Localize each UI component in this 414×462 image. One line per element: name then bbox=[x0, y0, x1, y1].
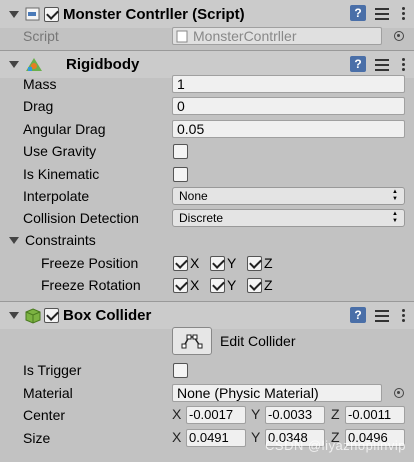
help-icon[interactable]: ? bbox=[350, 307, 366, 323]
edit-collider-button[interactable] bbox=[172, 327, 212, 355]
mass-label: Mass bbox=[23, 76, 57, 92]
center-label: Center bbox=[23, 407, 66, 423]
is-kinematic-checkbox[interactable] bbox=[173, 167, 188, 182]
preset-icon[interactable] bbox=[374, 56, 390, 72]
material-label: Material bbox=[23, 385, 73, 401]
angular-drag-label: Angular Drag bbox=[23, 121, 106, 137]
box-collider-title: Box Collider bbox=[63, 307, 152, 324]
center-z-field[interactable]: -0.0011 bbox=[345, 406, 405, 424]
script-label: Script bbox=[23, 28, 59, 44]
script-component-header[interactable]: Monster Contrller (Script) ? bbox=[0, 0, 414, 28]
axis-z-label: Z bbox=[264, 277, 273, 293]
collision-detection-label: Collision Detection bbox=[23, 210, 139, 226]
rigidbody-icon bbox=[25, 57, 42, 73]
use-gravity-checkbox[interactable] bbox=[173, 144, 188, 159]
script-field[interactable]: MonsterContrller bbox=[172, 27, 382, 45]
script-component-title: Monster Contrller (Script) bbox=[63, 5, 245, 23]
is-trigger-checkbox[interactable] bbox=[173, 363, 188, 378]
interpolate-value: None bbox=[179, 189, 208, 203]
box-collider-icon bbox=[25, 307, 41, 324]
interpolate-dropdown[interactable]: None ▲ ▼ bbox=[172, 187, 405, 205]
freeze-position-x-checkbox[interactable] bbox=[173, 255, 188, 271]
freeze-rotation-z-checkbox[interactable] bbox=[247, 277, 262, 293]
size-label: Size bbox=[23, 430, 51, 446]
drag-field[interactable]: 0 bbox=[172, 97, 405, 115]
interpolate-row: Interpolate None ▲ ▼ bbox=[0, 185, 414, 207]
constraints-row[interactable]: Constraints bbox=[0, 229, 414, 251]
center-y-field[interactable]: -0.0033 bbox=[265, 406, 325, 424]
freeze-rotation-label: Freeze Rotation bbox=[41, 277, 141, 293]
use-gravity-label: Use Gravity bbox=[23, 143, 97, 159]
dropdown-caret-icon: ▲ ▼ bbox=[392, 211, 398, 224]
object-picker-icon[interactable] bbox=[394, 31, 404, 41]
axis-x-label: X bbox=[190, 255, 200, 271]
context-menu-icon[interactable] bbox=[398, 56, 408, 72]
mass-field[interactable]: 1 bbox=[172, 75, 405, 93]
angular-drag-row: Angular Drag 0.05 bbox=[0, 118, 414, 140]
mass-row: Mass 1 bbox=[0, 73, 414, 95]
axis-x-label: X bbox=[190, 277, 200, 293]
material-row: Material None (Physic Material) bbox=[0, 382, 414, 404]
edit-collider-label: Edit Collider bbox=[220, 333, 296, 349]
size-x-field[interactable]: 0.0491 bbox=[186, 429, 246, 447]
axis-z-label: Z bbox=[264, 255, 273, 271]
freeze-position-label: Freeze Position bbox=[41, 255, 139, 271]
interpolate-label: Interpolate bbox=[23, 188, 90, 204]
freeze-rotation-y-checkbox[interactable] bbox=[210, 277, 225, 293]
script-row: Script MonsterContrller bbox=[0, 25, 414, 47]
freeze-rotation-row: Freeze Rotation X Y Z bbox=[0, 274, 414, 296]
collision-detection-row: Collision Detection Discrete ▲ ▼ bbox=[0, 207, 414, 229]
freeze-position-row: Freeze Position X Y Z bbox=[0, 252, 414, 274]
axis-y-label: Y bbox=[227, 255, 237, 271]
constraints-foldout-icon[interactable] bbox=[9, 236, 19, 244]
script-file-icon bbox=[176, 30, 188, 43]
edit-collider-icon bbox=[181, 334, 203, 349]
watermark-text: CSDN @liyazhoplinvip bbox=[265, 438, 406, 453]
drag-label: Drag bbox=[23, 98, 54, 114]
foldout-arrow-icon[interactable] bbox=[9, 61, 19, 68]
object-picker-icon[interactable] bbox=[394, 388, 404, 398]
center-z-label: Z bbox=[331, 406, 340, 422]
use-gravity-row: Use Gravity bbox=[0, 140, 414, 162]
freeze-position-y-checkbox[interactable] bbox=[210, 255, 225, 271]
collision-detection-dropdown[interactable]: Discrete ▲ ▼ bbox=[172, 209, 405, 227]
angular-drag-field[interactable]: 0.05 bbox=[172, 120, 405, 138]
foldout-arrow-icon[interactable] bbox=[9, 312, 19, 319]
center-y-label: Y bbox=[251, 406, 261, 422]
freeze-position-z-checkbox[interactable] bbox=[247, 255, 262, 271]
collision-detection-value: Discrete bbox=[179, 211, 224, 225]
foldout-arrow-icon[interactable] bbox=[9, 10, 19, 18]
script-value: MonsterContrller bbox=[193, 28, 297, 44]
script-icon bbox=[25, 6, 41, 22]
center-x-field[interactable]: -0.0017 bbox=[186, 406, 246, 424]
script-enabled-checkbox[interactable] bbox=[44, 6, 59, 22]
help-icon[interactable]: ? bbox=[350, 5, 366, 21]
box-collider-enabled-checkbox[interactable] bbox=[44, 308, 59, 323]
size-x-label: X bbox=[172, 429, 182, 445]
is-trigger-row: Is Trigger bbox=[0, 359, 414, 381]
center-x-label: X bbox=[172, 406, 182, 422]
is-kinematic-row: Is Kinematic bbox=[0, 163, 414, 185]
inspector-panel: Monster Contrller (Script) ? Script Mons… bbox=[0, 0, 414, 462]
freeze-rotation-x-checkbox[interactable] bbox=[173, 277, 188, 293]
context-menu-icon[interactable] bbox=[398, 5, 408, 21]
context-menu-icon[interactable] bbox=[398, 307, 408, 323]
is-kinematic-label: Is Kinematic bbox=[23, 166, 100, 182]
is-trigger-label: Is Trigger bbox=[23, 362, 82, 378]
help-icon[interactable]: ? bbox=[350, 56, 366, 72]
dropdown-caret-icon: ▲ ▼ bbox=[392, 189, 398, 202]
center-row: Center X -0.0017 Y -0.0033 Z -0.0011 bbox=[0, 404, 414, 426]
box-collider-header[interactable]: Box Collider ? bbox=[0, 301, 414, 329]
size-y-label: Y bbox=[251, 429, 261, 445]
material-field[interactable]: None (Physic Material) bbox=[172, 384, 382, 402]
rigidbody-title: Rigidbody bbox=[66, 56, 140, 73]
axis-y-label: Y bbox=[227, 277, 237, 293]
preset-icon[interactable] bbox=[374, 307, 390, 323]
constraints-label: Constraints bbox=[25, 232, 96, 248]
preset-icon[interactable] bbox=[374, 5, 390, 21]
drag-row: Drag 0 bbox=[0, 95, 414, 117]
